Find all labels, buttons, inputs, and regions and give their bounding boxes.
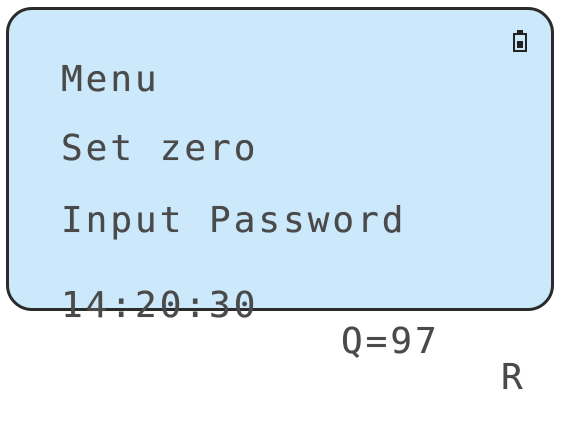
- battery-level: [517, 41, 523, 48]
- quality-value: Q=97: [341, 321, 440, 362]
- menu-title: Menu: [61, 59, 160, 100]
- status-line: 14:20:30 Q=97 R: [61, 252, 523, 432]
- menu-item-input-password: Input Password: [61, 200, 407, 241]
- lcd-screen: Menu Set zero Input Password 14:20:30 Q=…: [6, 7, 554, 396]
- status-flag: R: [501, 357, 526, 398]
- clock-time: 14:20:30: [61, 285, 259, 326]
- menu-item-set-zero: Set zero: [61, 128, 259, 169]
- battery-icon: [513, 30, 527, 52]
